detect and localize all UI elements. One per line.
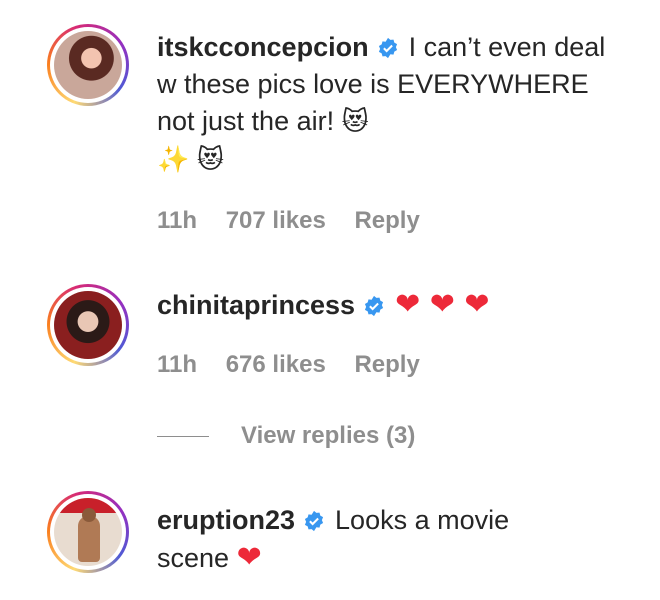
likes-count[interactable]: 707 likes — [226, 207, 326, 234]
heart-eyes-cat-emoji-2: 😻 — [196, 145, 224, 175]
avatar[interactable] — [47, 491, 129, 573]
reply-button[interactable]: Reply — [354, 207, 419, 234]
avatar[interactable] — [47, 284, 129, 366]
verified-badge-icon — [378, 37, 397, 59]
username[interactable]: itskcconcepcion — [157, 32, 369, 62]
view-replies-row[interactable]: View replies (3) — [157, 418, 415, 454]
sparkles-emoji: ✨ — [157, 145, 190, 175]
verified-badge-icon — [365, 295, 384, 317]
comment-text-continued: scene — [157, 543, 230, 573]
verified-badge-icon — [304, 510, 324, 532]
view-replies-button[interactable]: View replies (3) — [241, 422, 415, 450]
comment-text: Looks a movie — [335, 505, 510, 535]
avatar[interactable] — [47, 24, 129, 106]
divider-line — [157, 435, 209, 437]
red-heart-emoji: ❤ — [236, 540, 262, 575]
reply-button[interactable]: Reply — [354, 351, 419, 378]
heart-eyes-cat-emoji: 😻 — [341, 107, 369, 137]
timestamp: 11h — [157, 207, 198, 234]
username[interactable]: chinitaprincess — [157, 290, 355, 320]
comment-text: I can’t even — [408, 32, 547, 62]
username[interactable]: eruption23 — [157, 505, 295, 535]
timestamp: 11h — [157, 351, 198, 378]
red-heart-emoji: ❤ ❤ ❤ — [395, 287, 490, 322]
likes-count[interactable]: 676 likes — [226, 351, 326, 378]
